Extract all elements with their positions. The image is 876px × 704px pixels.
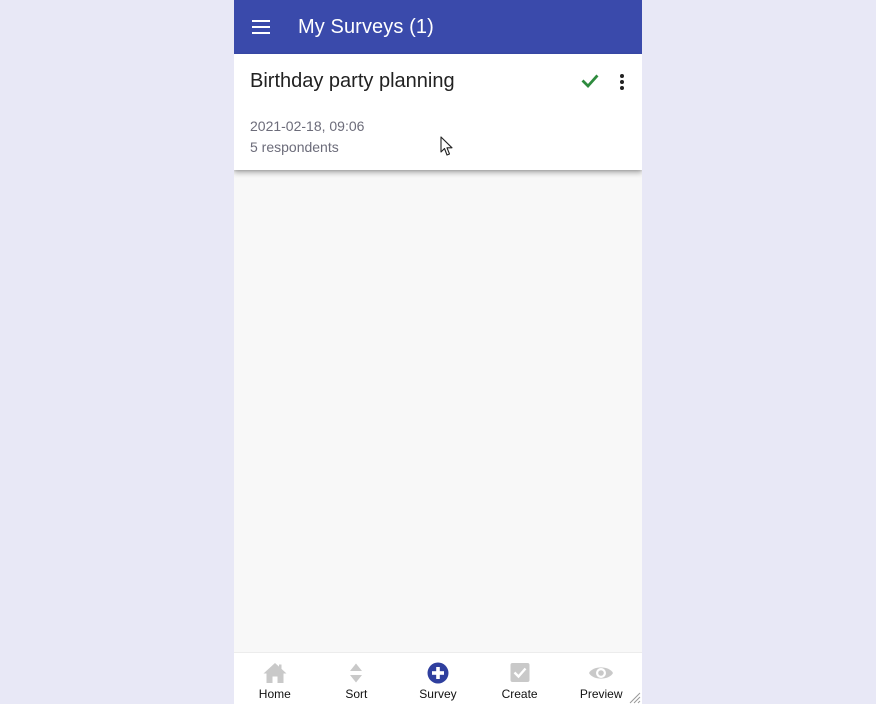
nav-home[interactable]: Home: [234, 653, 316, 704]
nav-create-label: Create: [501, 687, 538, 701]
nav-sort[interactable]: Sort: [316, 653, 398, 704]
home-icon: [263, 663, 287, 683]
resize-grip-icon[interactable]: [629, 692, 641, 704]
add-circle-icon: [427, 662, 449, 684]
more-vert-icon: [620, 74, 624, 78]
bottom-navigation: Home Sort Survey Create Preview: [234, 652, 642, 704]
more-vert-dot: [620, 80, 624, 84]
nav-survey-label: Survey: [419, 687, 457, 701]
nav-home-label: Home: [258, 687, 291, 701]
checkbox-icon: [510, 663, 530, 682]
app-bar: My Surveys (1): [234, 0, 642, 54]
survey-title: Birthday party planning: [250, 70, 455, 92]
survey-respondents: 5 respondents: [250, 139, 339, 155]
nav-sort-label: Sort: [345, 687, 368, 701]
eye-icon: [589, 667, 614, 679]
hamburger-menu-icon: [252, 20, 270, 22]
page-title: My Surveys (1): [298, 16, 434, 38]
survey-date: 2021-02-18, 09:06: [250, 118, 365, 134]
check-icon: [581, 74, 599, 89]
hamburger-line: [252, 26, 270, 28]
more-vert-dot: [620, 86, 624, 90]
hamburger-line: [252, 32, 270, 34]
menu-button[interactable]: [251, 17, 273, 37]
mouse-cursor-icon: [440, 136, 453, 156]
app-screen: My Surveys (1) Birthday party planning 2…: [234, 0, 642, 704]
nav-survey[interactable]: Survey: [397, 653, 479, 704]
sort-icon: [350, 663, 363, 683]
nav-create[interactable]: Create: [479, 653, 561, 704]
more-options-button[interactable]: [611, 71, 631, 93]
survey-card[interactable]: Birthday party planning 2021-02-18, 09:0…: [234, 54, 642, 170]
